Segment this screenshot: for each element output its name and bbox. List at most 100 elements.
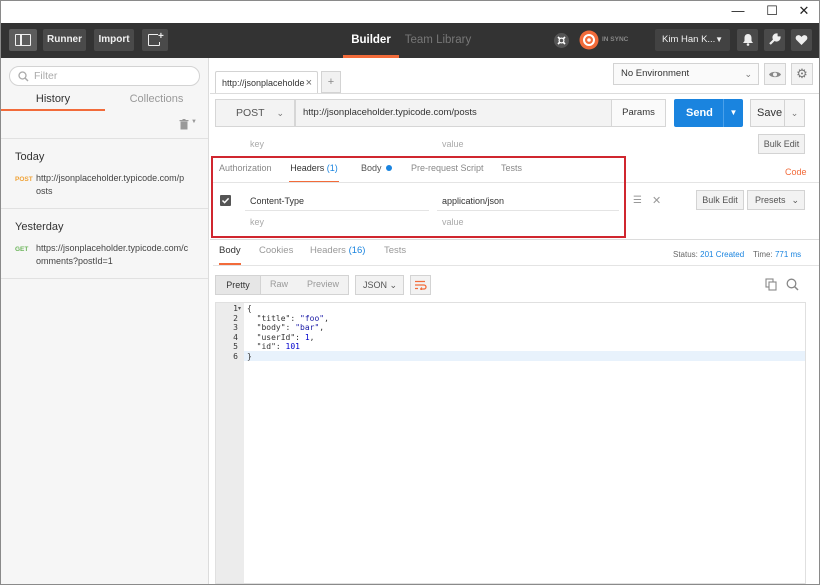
- response-headers-count: (16): [348, 245, 366, 256]
- notifications-button[interactable]: [737, 29, 758, 51]
- tab-team-library[interactable]: Team Library: [403, 23, 473, 58]
- view-mode-group: Pretty Raw Preview: [215, 275, 349, 295]
- environment-select[interactable]: No Environment ⌄: [613, 63, 759, 85]
- user-name: Kim Han K...: [662, 34, 716, 45]
- params-bulk-edit-button[interactable]: Bulk Edit: [758, 134, 805, 154]
- save-dropdown-icon[interactable]: ⌄: [784, 100, 804, 126]
- code-link[interactable]: Code: [785, 167, 807, 177]
- close-tab-icon[interactable]: ×: [306, 72, 312, 94]
- highlight-box: [211, 156, 626, 238]
- request-tab-label: http://jsonplaceholde: [222, 78, 305, 88]
- code-line: {: [247, 304, 252, 313]
- method-badge: POST: [15, 176, 33, 183]
- sidebar-toggle-icon: [15, 34, 31, 46]
- line-number: 6: [233, 351, 238, 361]
- time-label: Time:: [753, 250, 773, 259]
- section-today: Today: [15, 151, 45, 163]
- method-value: POST: [236, 107, 265, 119]
- request-tab[interactable]: http://jsonplaceholde ×: [215, 71, 318, 93]
- response-tab-headers[interactable]: Headers (16): [310, 245, 365, 265]
- response-tab-tests[interactable]: Tests: [384, 245, 406, 265]
- line-number: 4: [233, 332, 238, 342]
- save-label: Save: [757, 107, 783, 119]
- time-value: 771 ms: [774, 250, 802, 259]
- raw-button[interactable]: Raw: [270, 279, 288, 289]
- status-readout: Status: 201 Created: [673, 250, 744, 259]
- drag-handle-icon[interactable]: ☰: [633, 195, 642, 206]
- import-button[interactable]: Import: [94, 29, 134, 51]
- line-number: 3: [233, 323, 238, 332]
- param-value-placeholder[interactable]: value: [442, 139, 464, 149]
- method-badge: GET: [15, 246, 29, 253]
- interceptor-icon[interactable]: [553, 32, 570, 49]
- add-tab-button[interactable]: +: [321, 71, 341, 93]
- environment-value: No Environment: [621, 68, 690, 79]
- status-value: 201 Created: [700, 250, 745, 259]
- minimize-button[interactable]: —: [721, 1, 755, 23]
- param-key-placeholder[interactable]: key: [250, 139, 264, 149]
- maximize-button[interactable]: ☐: [755, 1, 789, 23]
- heart-icon: [795, 35, 808, 45]
- params-button[interactable]: Params: [611, 99, 666, 127]
- fold-toggle-icon[interactable]: ▾: [238, 305, 241, 312]
- response-tab-body[interactable]: Body: [219, 245, 241, 265]
- headers-bulk-edit-button[interactable]: Bulk Edit: [696, 190, 744, 210]
- presets-button[interactable]: Presets ⌄: [747, 190, 805, 210]
- method-select[interactable]: POST ⌄: [215, 99, 295, 127]
- send-dropdown-icon[interactable]: ▼: [723, 99, 743, 127]
- preview-button[interactable]: Preview: [307, 279, 339, 289]
- environment-quick-look-button[interactable]: [764, 63, 786, 85]
- format-value: JSON: [363, 280, 388, 290]
- send-label: Send: [686, 107, 713, 119]
- history-url: https://jsonplaceholder.typicode.com/c o…: [36, 243, 189, 266]
- wrap-lines-button[interactable]: [410, 275, 431, 295]
- line-number: 2: [233, 313, 238, 323]
- code-line: "userId": 1,: [256, 332, 315, 342]
- format-select[interactable]: JSON ⌄: [355, 275, 404, 295]
- presets-label: Presets: [755, 195, 786, 205]
- title-bar: — ☐ ✕: [1, 1, 819, 23]
- sync-status-label: IN SYNC: [602, 36, 629, 43]
- status-label: Status:: [673, 250, 698, 259]
- line-number: 1: [233, 304, 238, 313]
- history-url: http://jsonplaceholder.typicode.com/p os…: [36, 173, 185, 196]
- bell-icon: [742, 34, 753, 46]
- new-tab-button[interactable]: +: [142, 29, 168, 51]
- settings-button[interactable]: [764, 29, 785, 51]
- send-button[interactable]: Send ▼: [674, 99, 743, 127]
- sidebar: Filter History Collections ▼ Today POST …: [1, 58, 209, 584]
- user-menu[interactable]: Kim Han K... ▼: [655, 29, 730, 51]
- response-tab-cookies[interactable]: Cookies: [259, 245, 293, 265]
- search-icon: [18, 71, 29, 82]
- sync-icon[interactable]: [579, 30, 599, 50]
- app-header: Runner Import + Builder Team Library IN …: [1, 23, 819, 58]
- time-readout: Time: 771 ms: [753, 250, 801, 259]
- url-input[interactable]: http://jsonplaceholder.typicode.com/post…: [295, 99, 612, 127]
- tab-collections[interactable]: Collections: [105, 89, 208, 111]
- favorites-button[interactable]: [791, 29, 812, 51]
- chevron-down-icon: ⌄: [389, 280, 397, 290]
- pretty-button[interactable]: Pretty: [215, 275, 261, 295]
- sidebar-toggle-button[interactable]: [9, 29, 37, 51]
- wrench-icon: [769, 33, 781, 45]
- code-line: "id": 101: [256, 342, 300, 351]
- trash-icon[interactable]: [179, 119, 189, 133]
- tab-history[interactable]: History: [1, 89, 105, 111]
- line-number: 5: [233, 342, 238, 351]
- chevron-down-icon: ⌄: [276, 108, 284, 118]
- search-icon[interactable]: [786, 278, 799, 294]
- chevron-down-icon: ⌄: [744, 69, 752, 79]
- tab-builder[interactable]: Builder: [343, 23, 399, 58]
- manage-environments-button[interactable]: ⚙: [791, 63, 813, 85]
- save-button[interactable]: Save ⌄: [750, 99, 805, 127]
- close-window-button[interactable]: ✕: [787, 1, 819, 23]
- delete-header-icon[interactable]: ✕: [652, 194, 661, 207]
- copy-icon[interactable]: [765, 278, 777, 294]
- filter-input[interactable]: Filter: [9, 66, 200, 86]
- chevron-down-icon: ⌄: [791, 195, 799, 205]
- wrap-icon: [415, 280, 427, 291]
- code-line: }: [247, 351, 252, 361]
- trash-menu-chevron-icon[interactable]: ▼: [191, 119, 197, 125]
- runner-button[interactable]: Runner: [43, 29, 86, 51]
- response-body-editor[interactable]: 1 ▾ 2 3 4 5 6 { "title": "foo", "body": …: [215, 302, 806, 584]
